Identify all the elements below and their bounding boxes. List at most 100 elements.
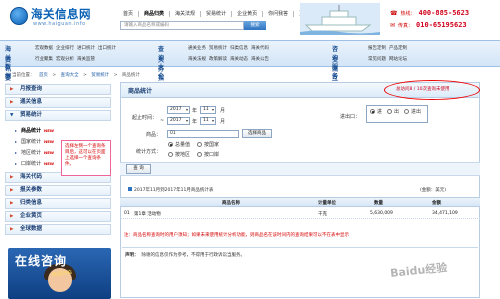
nav-link[interactable]: 宏观数据 <box>35 45 53 51</box>
topnav-yellow-pages[interactable]: 企业黄页 <box>232 11 264 17</box>
nav-link[interactable]: 宏观分析 <box>56 56 74 62</box>
nav-link[interactable]: 出口统计 <box>98 45 116 51</box>
breadcrumb-label: 当前位置： <box>12 73 35 78</box>
month-unit: 月 <box>220 119 226 125</box>
start-time-label: 起止时间： <box>132 115 158 121</box>
cell-code: 01 <box>124 211 130 216</box>
sidebar-item-declare-params[interactable]: 报关参数 <box>5 185 111 196</box>
method-country-radio[interactable] <box>197 142 202 147</box>
ship-banner-icon <box>300 3 380 35</box>
query-bar <box>120 162 480 176</box>
io-export-radio[interactable] <box>387 109 392 114</box>
hotline-number: 400-885-5623 <box>418 9 470 17</box>
sidebar-item-trade-stats[interactable]: 贸易统计 <box>5 110 111 121</box>
breadcrumb: 当前位置： 首页 > 查询大全 > 贸易统计 > 商品统计 <box>12 72 143 78</box>
new-badge: NEW <box>44 139 54 144</box>
nav-link[interactable]: 海关监管 <box>77 56 95 62</box>
method-region-radio[interactable] <box>168 152 173 157</box>
nav-link[interactable]: 企业排行 <box>56 45 74 51</box>
nav-link[interactable]: 常见问题 <box>368 56 386 62</box>
sidebar-item-yellow-pages[interactable]: 企业黄页 <box>5 211 111 222</box>
help-tooltip: 选择左侧一个查询条目后，这可以在页面上选择一个查询条件。 <box>61 140 111 176</box>
sidebar-item-classification[interactable]: 归类信息 <box>5 198 111 209</box>
result-title: 2017年11月到2017年11月商品统计表 <box>128 187 213 193</box>
sidebar-sub-label: 口岸统计 <box>21 161 42 167</box>
range-separator: ~ <box>160 118 165 124</box>
search-input[interactable]: 请输入商品名称或编码 <box>120 21 244 30</box>
method-region-label: 按地区 <box>175 152 191 158</box>
online-title: 在线咨询 <box>15 254 68 268</box>
nav-link[interactable]: 海关动态 <box>230 56 248 62</box>
nav-link[interactable]: 网站论坛 <box>389 56 407 62</box>
hotline-label: 热线： <box>400 10 416 17</box>
cell-unit: 千克 <box>318 212 327 217</box>
topnav-classification[interactable]: 商品归类 <box>139 11 171 17</box>
nav-link[interactable]: 贸易统计 <box>209 45 227 51</box>
nav-link[interactable]: 海关法规 <box>188 56 206 62</box>
year-unit: 年 <box>192 108 198 114</box>
io-both-radio[interactable] <box>404 109 409 114</box>
topnav-trade-stats[interactable]: 贸易统计 <box>201 11 233 17</box>
nav-link[interactable]: 进口统计 <box>77 45 95 51</box>
end-year-select[interactable]: 2017 <box>167 117 190 125</box>
search-button[interactable]: 搜索 <box>244 21 266 30</box>
start-month-select[interactable]: 11 <box>200 106 216 114</box>
io-import-label: 进 <box>377 109 383 115</box>
fax-label: 传真： <box>398 22 414 29</box>
io-label: 进出口： <box>340 114 361 120</box>
topnav-qa[interactable]: 你问我答 <box>263 11 295 17</box>
disclaimer: 声明： 除谢的信息仅作为参考，不得用于行政诉讼当服务。 <box>122 247 478 261</box>
nav-subs-query: 通关业务 贸易统计 归类信息 海关代码 <box>188 45 269 51</box>
new-badge: NEW <box>44 161 54 166</box>
breadcrumb-current: 商品统计 <box>121 73 140 78</box>
nav-link[interactable]: 产品定制 <box>389 45 407 51</box>
nav-link[interactable]: 政策解读 <box>209 56 227 62</box>
query-button[interactable]: 查 询 <box>126 164 151 174</box>
cell-qty: 5,630,009 <box>370 211 393 216</box>
month-unit: 月 <box>220 108 226 114</box>
category-nav: 海关数据 宏观数据 企业排行 进口统计 出口统计 资讯要闻 行业聚集 宏观分析 … <box>0 40 500 91</box>
nav-subs-guide: 海关法规 政策解读 海关动态 海关公告 <box>188 56 269 62</box>
choose-goods-button[interactable]: 选择商品 <box>242 129 272 138</box>
goods-input[interactable]: 01 <box>167 130 239 138</box>
nav-link[interactable]: 海关代码 <box>251 45 269 51</box>
breadcrumb-separator: > <box>52 73 57 78</box>
nav-link[interactable]: 归类信息 <box>230 45 248 51</box>
cell-name: 第1章 活动物 <box>134 212 161 217</box>
logo-icon[interactable] <box>10 7 28 25</box>
nav-subs-interact: 常见问题 网站论坛 <box>368 56 407 62</box>
sidebar-item-monthly[interactable]: 月报查询 <box>5 84 111 95</box>
sidebar-sub-goods[interactable]: 商品统计NEW <box>15 125 111 136</box>
end-month-select[interactable]: 11 <box>200 117 216 125</box>
year-unit: 年 <box>192 119 198 125</box>
col-qty: 数量 <box>374 201 383 206</box>
method-port-radio[interactable] <box>197 152 202 157</box>
note-text: 注：商品名称查询时的用户须知；如果未来使用统计分析功能，则商品名在该时间内的查询… <box>124 233 349 238</box>
hotline-block: ☎ 热线： 400-885-5623 ✉ 传真： 010-65195623 <box>390 9 469 33</box>
breadcrumb-query[interactable]: 查询大全 <box>61 73 79 78</box>
io-export-label: 出 <box>394 109 400 115</box>
method-total-radio[interactable] <box>168 142 173 147</box>
start-year-select[interactable]: 2017 <box>167 106 190 114</box>
breadcrumb-home[interactable]: 首页 <box>39 73 48 78</box>
breadcrumb-trade[interactable]: 贸易统计 <box>91 73 109 78</box>
logo-title[interactable]: 海关信息网 <box>31 6 91 22</box>
nav-link[interactable]: 通关业务 <box>188 45 206 51</box>
topnav-regulations[interactable]: 海关法规 <box>170 11 202 17</box>
sidebar-sub-label: 商品统计 <box>21 128 42 134</box>
method-label: 统计方式： <box>136 149 162 155</box>
cell-amount: 34,471,109 <box>432 211 458 216</box>
nav-link[interactable]: 行业聚集 <box>35 56 53 62</box>
topnav-home[interactable]: 首页 <box>118 11 140 17</box>
fax-icon: ✉ <box>390 21 396 29</box>
disclaimer-label: 声明： <box>125 253 139 258</box>
online-consult-banner[interactable]: 在线咨询 欢迎光临 <box>8 248 111 299</box>
nav-link[interactable]: 报告定制 <box>368 45 386 51</box>
new-badge: NEW <box>44 150 54 155</box>
nav-link[interactable]: 海关公告 <box>251 56 269 62</box>
result-title-text: 2017年11月到2017年11月商品统计表 <box>134 188 214 193</box>
sidebar-item-customs-info[interactable]: 通关信息 <box>5 97 111 108</box>
top-nav: 首页 商品归类 海关法规 贸易统计 企业黄页 你问我答 互联网资讯 <box>118 11 329 17</box>
sidebar-item-global-data[interactable]: 全球数据 <box>5 224 111 235</box>
io-import-radio[interactable] <box>370 109 375 114</box>
